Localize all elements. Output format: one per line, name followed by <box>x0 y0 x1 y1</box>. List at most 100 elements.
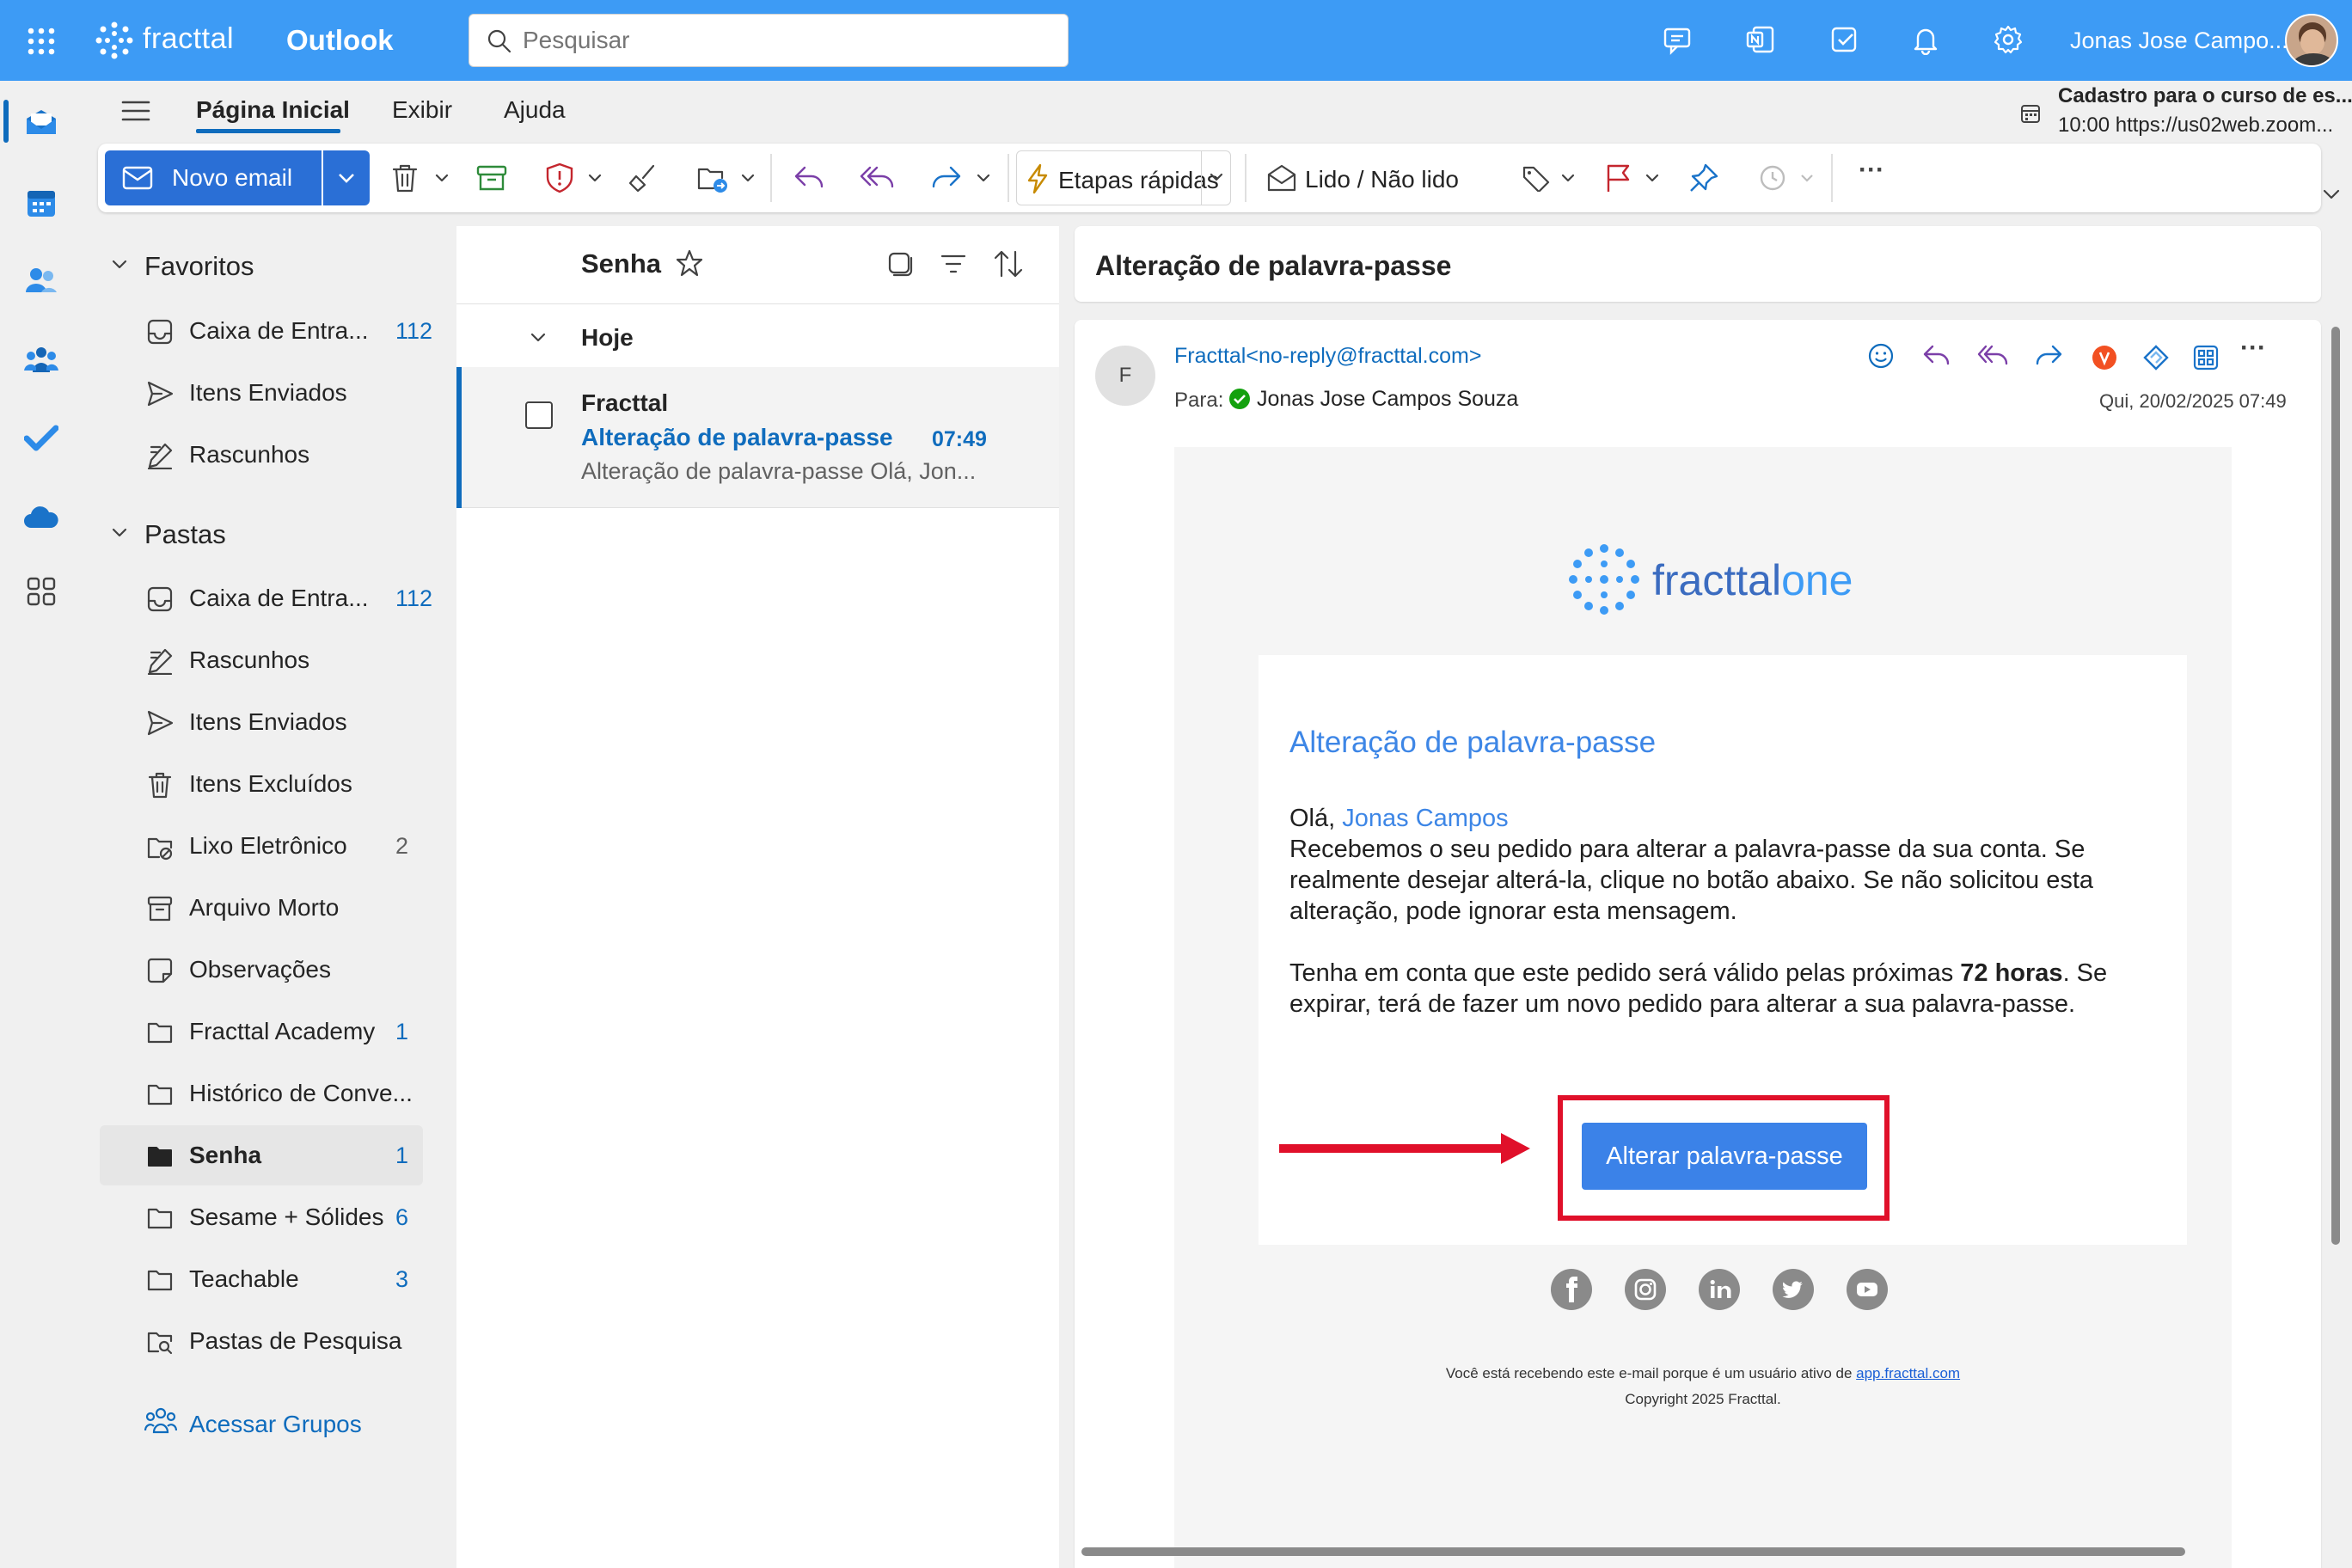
reply-icon[interactable] <box>793 164 825 190</box>
annotation-arrow-icon <box>1279 1130 1532 1167</box>
vertical-scrollbar[interactable] <box>2331 327 2340 1245</box>
folder-item-notes[interactable]: Observações <box>100 940 423 1000</box>
fav-item-sent[interactable]: Itens Enviados <box>100 363 423 423</box>
fav-item-drafts[interactable]: Rascunhos <box>100 425 423 485</box>
sender-avatar[interactable]: F <box>1095 346 1155 406</box>
chevron-down-icon[interactable] <box>977 173 990 183</box>
footer-link[interactable]: app.fracttal.com <box>1856 1365 1960 1381</box>
todo-check-icon[interactable] <box>24 423 58 454</box>
emoji-react-icon[interactable] <box>1867 342 1895 370</box>
app-name[interactable]: Outlook <box>286 24 394 57</box>
folder-item-senha[interactable]: Senha 1 <box>100 1125 423 1185</box>
report-icon[interactable] <box>545 162 574 193</box>
flag-icon[interactable] <box>1604 162 1632 193</box>
tab-pagina-inicial[interactable]: Página Inicial <box>196 96 350 124</box>
folder-item-teachable[interactable]: Teachable 3 <box>100 1249 423 1309</box>
favorites-chevron-icon[interactable] <box>110 258 129 272</box>
folder-item-drafts[interactable]: Rascunhos <box>100 630 423 690</box>
linkedin-icon[interactable] <box>1699 1269 1740 1310</box>
teams-chat-icon[interactable] <box>1663 26 1694 55</box>
chevron-down-icon[interactable] <box>588 173 602 183</box>
youtube-icon[interactable] <box>1847 1269 1888 1310</box>
folder-item-search-folders[interactable]: Pastas de Pesquisa <box>100 1311 423 1371</box>
new-email-dropdown[interactable] <box>323 150 370 205</box>
quick-steps-button[interactable]: Etapas rápidas <box>1016 150 1231 205</box>
onedrive-icon[interactable] <box>22 502 60 533</box>
todo-icon[interactable] <box>1829 24 1860 55</box>
folder-item-archive[interactable]: Arquivo Morto <box>100 878 423 938</box>
search-input[interactable] <box>523 25 1038 56</box>
folder-item-historico[interactable]: Histórico de Conve... <box>100 1063 423 1124</box>
filter-icon[interactable] <box>940 252 967 276</box>
twitter-icon[interactable] <box>1773 1269 1814 1310</box>
folder-item-sent[interactable]: Itens Enviados <box>100 692 423 752</box>
pin-icon[interactable] <box>1688 162 1719 193</box>
tag-icon[interactable] <box>1522 164 1551 192</box>
chevron-down-icon[interactable] <box>1561 173 1575 183</box>
ribbon-expand-chevron-icon[interactable] <box>2321 187 2342 201</box>
folder-item-inbox[interactable]: Caixa de Entra... 112 <box>100 568 432 628</box>
mail-icon[interactable] <box>24 107 58 138</box>
group-chevron-icon[interactable] <box>529 331 548 345</box>
favorites-header[interactable]: Favoritos <box>144 251 254 282</box>
addin-icon[interactable] <box>2092 346 2116 370</box>
forward-icon[interactable] <box>930 164 963 190</box>
reply-all-icon[interactable] <box>860 164 894 190</box>
sort-icon[interactable] <box>993 248 1024 279</box>
reply-all-icon[interactable] <box>1977 344 2008 368</box>
onenote-icon[interactable] <box>1745 24 1776 55</box>
new-email-button[interactable]: Novo email <box>105 150 322 205</box>
facebook-icon[interactable] <box>1551 1269 1592 1310</box>
archive-icon[interactable] <box>476 164 507 192</box>
calendar-icon[interactable] <box>26 187 57 218</box>
folder-item-sesame[interactable]: Sesame + Sólides 6 <box>100 1187 423 1247</box>
horizontal-scrollbar[interactable] <box>1081 1547 2185 1556</box>
loop-icon[interactable] <box>2142 344 2170 371</box>
instagram-icon[interactable] <box>1625 1269 1666 1310</box>
groups-link[interactable]: Acessar Grupos <box>189 1411 362 1438</box>
message-checkbox[interactable] <box>525 401 553 429</box>
more-options-button[interactable]: ··· <box>1859 156 1884 185</box>
groups-link-icon[interactable] <box>144 1406 177 1436</box>
snooze-icon[interactable] <box>1759 164 1786 192</box>
recipient-name[interactable]: Jonas Jose Campos Souza <box>1257 387 1518 412</box>
chevron-down-icon[interactable] <box>1645 173 1659 183</box>
tab-ajuda[interactable]: Ajuda <box>504 96 566 124</box>
people-icon[interactable] <box>24 265 58 296</box>
user-name[interactable]: Jonas Jose Campo... <box>2070 28 2288 54</box>
reminder-detail[interactable]: 10:00 https://us02web.zoom... <box>2058 113 2333 138</box>
change-password-button[interactable]: Alterar palavra-passe <box>1582 1123 1867 1190</box>
chevron-down-icon[interactable] <box>741 173 755 183</box>
search-box[interactable] <box>469 14 1069 67</box>
move-to-folder-icon[interactable] <box>696 162 731 193</box>
fav-item-inbox[interactable]: Caixa de Entra... 112 <box>100 301 432 361</box>
folders-header[interactable]: Pastas <box>144 519 226 550</box>
favorite-star-icon[interactable] <box>675 248 704 278</box>
gear-icon[interactable] <box>1993 24 2024 55</box>
select-mode-icon[interactable] <box>886 250 914 278</box>
delete-icon[interactable] <box>390 162 420 193</box>
list-folder-title: Senha <box>581 248 662 279</box>
apps-addin-icon[interactable] <box>2192 344 2220 371</box>
waffle-icon[interactable] <box>26 26 57 57</box>
groups-icon[interactable] <box>24 344 58 375</box>
folder-item-fracttal-academy[interactable]: Fracttal Academy 1 <box>100 1001 423 1062</box>
avatar[interactable] <box>2285 14 2338 67</box>
sender-address[interactable]: Fracttal<no-reply@fracttal.com> <box>1174 344 1481 369</box>
reminder-title[interactable]: Cadastro para o curso de es... <box>2058 84 2352 108</box>
message-row[interactable]: Fracttal Alteração de palavra-passe 07:4… <box>456 367 1059 508</box>
folders-chevron-icon[interactable] <box>110 526 129 540</box>
group-header-today[interactable]: Hoje <box>581 324 634 352</box>
apps-icon[interactable] <box>26 576 57 607</box>
folder-item-deleted[interactable]: Itens Excluídos <box>100 754 423 814</box>
folder-item-junk[interactable]: Lixo Eletrônico 2 <box>100 816 423 876</box>
reply-icon[interactable] <box>1922 344 1951 368</box>
forward-icon[interactable] <box>2034 344 2063 368</box>
bell-icon[interactable] <box>1910 24 1941 55</box>
sweep-icon[interactable] <box>628 162 658 193</box>
hamburger-icon[interactable] <box>120 98 151 124</box>
chevron-down-icon[interactable] <box>435 173 449 183</box>
message-more-button[interactable]: ··· <box>2240 334 2266 363</box>
read-unread-button[interactable]: Lido / Não lido <box>1259 150 1473 205</box>
tab-exibir[interactable]: Exibir <box>392 96 452 124</box>
